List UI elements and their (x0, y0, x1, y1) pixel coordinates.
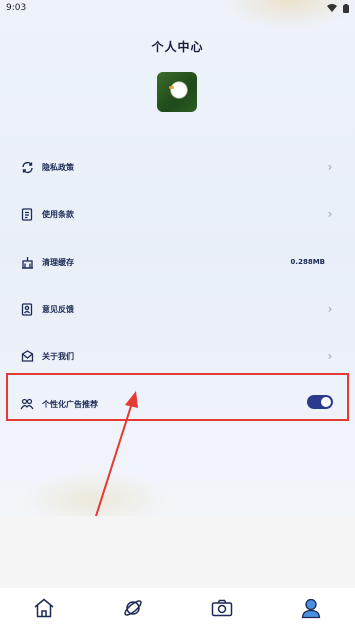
bottom-tab-bar (0, 588, 355, 632)
bottom-empty-area (0, 516, 355, 588)
user-icon (300, 597, 322, 623)
chevron-right-icon: › (327, 302, 333, 316)
menu-item-terms-of-use[interactable]: 使用条款 › (20, 202, 335, 226)
battery-icon (343, 3, 349, 13)
sync-icon (20, 160, 34, 174)
chevron-right-icon: › (327, 207, 333, 221)
document-icon (20, 207, 34, 221)
chevron-right-icon: › (327, 349, 333, 363)
menu-item-feedback[interactable]: 意见反馈 › (20, 297, 335, 321)
tab-home[interactable] (24, 590, 64, 630)
mail-icon (20, 349, 34, 363)
menu-item-label: 隐私政策 (42, 162, 74, 172)
planet-icon (122, 597, 144, 623)
home-icon (33, 598, 55, 622)
menu-item-label: 清理缓存 (42, 257, 74, 267)
avatar[interactable] (157, 72, 197, 112)
menu-item-label: 使用条款 (42, 209, 74, 219)
menu-item-label: 意见反馈 (42, 304, 74, 314)
status-time: 9:03 (6, 3, 27, 13)
wifi-icon (327, 4, 337, 12)
feedback-icon (20, 302, 34, 316)
tab-camera[interactable] (202, 590, 242, 630)
avatar-duck-beak (169, 86, 174, 89)
tab-profile[interactable] (291, 590, 331, 630)
highlight-annotation-box (6, 373, 349, 421)
menu-item-label: 关于我们 (42, 351, 74, 361)
cache-size-value: 0.288MB (290, 258, 325, 266)
tab-discover[interactable] (113, 590, 153, 630)
camera-icon (211, 599, 233, 621)
menu-item-privacy-policy[interactable]: 隐私政策 › (20, 155, 335, 179)
chevron-right-icon: › (327, 160, 333, 174)
menu-item-clear-cache[interactable]: 清理缓存 0.288MB (20, 250, 335, 274)
status-bar: 9:03 (0, 0, 355, 16)
page-title: 个人中心 (151, 40, 204, 54)
status-icons (327, 3, 349, 13)
clean-icon (20, 255, 34, 269)
menu-item-about-us[interactable]: 关于我们 › (20, 344, 335, 368)
